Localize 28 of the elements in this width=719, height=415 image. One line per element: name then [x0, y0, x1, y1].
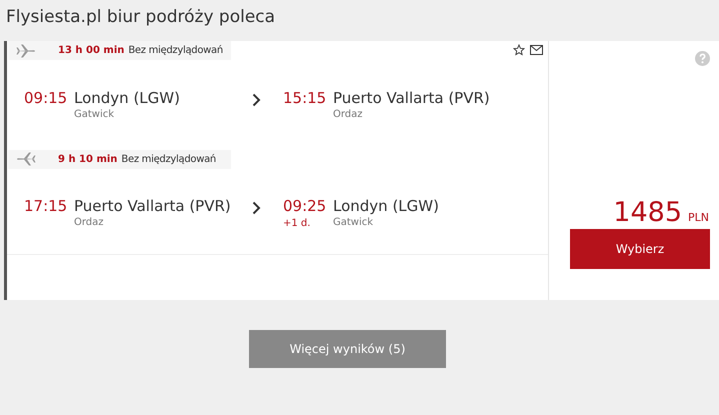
- arrival-city: Puerto Vallarta (PVR): [333, 88, 491, 106]
- plane-icon: [16, 152, 36, 166]
- departure-time: 09:15: [24, 88, 68, 106]
- departure-city: Puerto Vallarta (PVR): [74, 197, 232, 215]
- chevron-icon: [252, 201, 261, 215]
- more-results-button[interactable]: Więcej wyników (5): [249, 330, 446, 368]
- star-icon[interactable]: [513, 44, 525, 56]
- departure-city: Londyn (LGW): [74, 88, 181, 106]
- arrival-time: 15:15: [283, 88, 328, 106]
- flight-duration: 13 h 00 min: [58, 45, 124, 56]
- price-currency: PLN: [688, 211, 709, 224]
- departure-airport: Ordaz: [74, 217, 105, 228]
- day-offset: +1 d.: [283, 218, 312, 229]
- stops-label: Bez międzylądowań: [121, 154, 216, 164]
- arrival-time: 09:25: [283, 197, 328, 215]
- page-title: Flysiesta.pl biur podróży poleca: [5, 6, 276, 29]
- stops-label: Bez międzylądowań: [128, 45, 223, 56]
- departure-airport: Gatwick: [74, 108, 116, 120]
- chevron-icon: [252, 92, 261, 106]
- arrival-city: Londyn (LGW): [333, 197, 440, 215]
- arrival-airport: Gatwick: [333, 217, 374, 228]
- price-amount: 1485: [613, 197, 682, 228]
- departure-time: 17:15: [24, 197, 68, 215]
- mail-icon[interactable]: [530, 45, 543, 55]
- flight-duration: 9 h 10 min: [58, 154, 118, 164]
- select-button[interactable]: Wybierz: [570, 229, 710, 269]
- arrival-airport: Ordaz: [333, 108, 364, 120]
- plane-icon: [16, 44, 36, 58]
